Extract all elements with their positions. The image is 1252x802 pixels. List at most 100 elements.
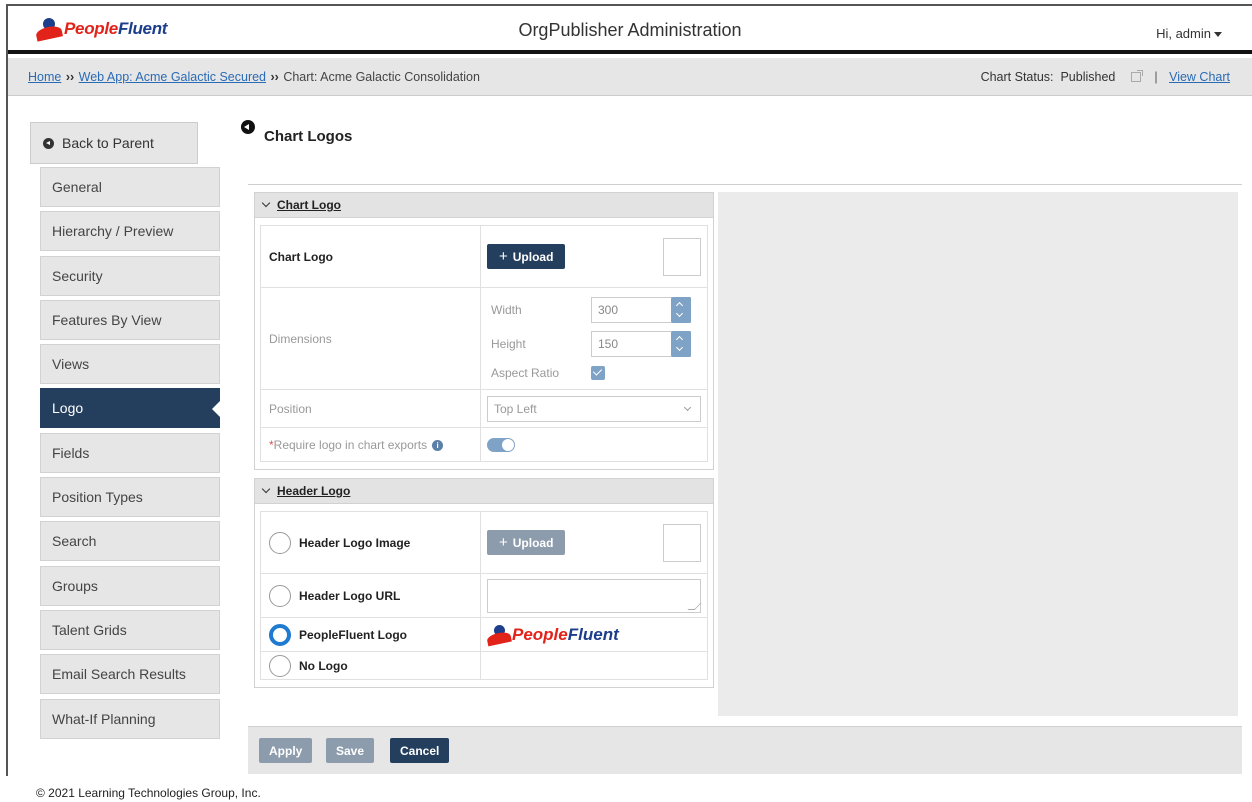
preview-panel (718, 192, 1238, 716)
chart-logo-section: Chart Logo + Upload Dimensions Width 300 … (254, 218, 714, 470)
header-logo-upload-button[interactable]: + Upload (487, 530, 566, 555)
dimensions-label: Dimensions (260, 287, 481, 390)
sidebar-item-label: Logo (52, 400, 84, 417)
peoplefluent-logo-label: PeopleFluent Logo (299, 627, 407, 642)
user-greeting: Hi, admin (1156, 26, 1211, 41)
back-to-parent-button[interactable]: Back to Parent (30, 122, 198, 164)
breadcrumb-chart-current: : Acme Galactic Consolidation (313, 70, 480, 84)
sidebar-item-views[interactable]: Views (40, 344, 220, 385)
header-logo-image-option[interactable]: Header Logo Image (260, 511, 481, 574)
sidebar-item-what-if-planning[interactable]: What-If Planning (40, 698, 220, 739)
chart-status: Chart Status: Published | View Chart (981, 70, 1230, 84)
header-logo-image-cell: + Upload (480, 511, 708, 574)
peoplefluent-logo-radio[interactable] (269, 623, 291, 646)
user-menu[interactable]: Hi, admin (1156, 26, 1222, 41)
require-logo-value-cell (480, 427, 708, 462)
height-value: 150 (598, 336, 619, 351)
breadcrumb: Home ›› Web App: Acme Galactic Secured ›… (28, 70, 480, 84)
back-to-parent-label: Back to Parent (62, 135, 154, 151)
dimensions-grid: Width 300 Height 150 Aspect Ratio (487, 289, 701, 389)
logo-settings-panel: Chart Logo Chart Logo + Upload Dimensions… (254, 192, 714, 688)
divider (248, 184, 1242, 185)
apply-button[interactable]: Apply (259, 738, 313, 763)
status-divider: | (1154, 70, 1158, 84)
sidebar-item-features-by-view[interactable]: Features By View (40, 299, 220, 340)
position-selected-value: Top Left (494, 401, 537, 416)
sidebar-item-label: Position Types (52, 489, 143, 506)
no-logo-cell (480, 651, 708, 680)
sidebar-item-search[interactable]: Search (40, 521, 220, 562)
height-stepper[interactable]: 150 (591, 330, 691, 357)
app-title: OrgPublisher Administration (518, 20, 742, 40)
breadcrumb-home-link[interactable]: Home (28, 70, 61, 84)
no-logo-option[interactable]: No Logo (260, 651, 481, 680)
header-logo-section-title: Header Logo (277, 484, 351, 498)
header-logo-url-option[interactable]: Header Logo URL (260, 573, 481, 618)
stepper-arrows-icon[interactable] (671, 296, 691, 323)
peoplefluent-wordmark: PeopleFluent (512, 624, 619, 644)
plus-icon: + (499, 534, 508, 551)
back-arrow-icon (43, 137, 54, 149)
position-label: Position (260, 389, 481, 428)
view-chart-link[interactable]: View Chart (1169, 70, 1230, 84)
width-stepper[interactable]: 300 (591, 296, 691, 323)
chart-logo-thumbnail (663, 237, 701, 276)
chart-logo-section-title: Chart Logo (277, 198, 341, 212)
sidebar-item-label: General (52, 179, 102, 195)
require-logo-toggle[interactable] (487, 437, 515, 452)
save-button[interactable]: Save (326, 738, 375, 763)
require-logo-label: *Require logo in chart exports i (260, 427, 481, 462)
sidebar-item-fields[interactable]: Fields (40, 432, 220, 473)
header-logo-section-header[interactable]: Header Logo (254, 478, 714, 504)
aspect-ratio-label: Aspect Ratio (491, 365, 560, 380)
sidebar-item-label: Groups (52, 577, 98, 594)
breadcrumb-webapp-link[interactable]: Web App: Acme Galactic Secured (79, 70, 266, 84)
chart-logo-value-cell: + Upload (480, 225, 708, 288)
header-logo-form: Header Logo Image + Upload Header Logo UR… (260, 511, 708, 680)
sidebar-item-position-types[interactable]: Position Types (40, 477, 220, 518)
info-icon[interactable]: i (432, 439, 444, 451)
dimensions-value-cell: Width 300 Height 150 Aspect Ratio (480, 287, 708, 390)
sidebar-item-general[interactable]: General (40, 167, 220, 207)
external-link-icon[interactable] (1130, 70, 1143, 82)
sidebar-item-security[interactable]: Security (40, 255, 220, 296)
position-value-cell: Top Left (480, 389, 708, 428)
aspect-ratio-checkbox[interactable] (591, 365, 605, 380)
chevron-down-icon (683, 403, 692, 411)
sidebar-item-label: Hierarchy / Preview (52, 223, 174, 240)
sidebar-item-groups[interactable]: Groups (40, 565, 220, 606)
sidebar-item-hierarchy-preview[interactable]: Hierarchy / Preview (40, 211, 220, 252)
caret-down-icon (1214, 32, 1222, 38)
cancel-button[interactable]: Cancel (390, 738, 450, 763)
sidebar-item-label: Talent Grids (52, 621, 127, 638)
header-logo-image-radio[interactable] (269, 531, 291, 554)
sidebar-item-logo[interactable]: Logo (40, 388, 220, 429)
no-logo-radio[interactable] (269, 654, 291, 677)
collapse-sidebar-icon[interactable] (241, 120, 255, 134)
chart-logo-label: Chart Logo (260, 225, 481, 288)
chart-logo-upload-button[interactable]: + Upload (487, 244, 566, 269)
sidebar-item-label: Search (52, 533, 97, 550)
header-logo-url-label: Header Logo URL (299, 588, 401, 603)
peoplefluent-logo-preview: PeopleFluent (486, 624, 701, 646)
upload-button-label: Upload (512, 535, 554, 550)
sidebar-item-talent-grids[interactable]: Talent Grids (40, 609, 220, 650)
sidebar-item-email-search-results[interactable]: Email Search Results (40, 654, 220, 695)
header-logo-url-radio[interactable] (269, 584, 291, 607)
stepper-arrows-icon[interactable] (671, 330, 691, 357)
copyright-footer: © 2021 Learning Technologies Group, Inc. (36, 786, 261, 800)
chart-logo-form: Chart Logo + Upload Dimensions Width 300 … (260, 225, 708, 462)
sidebar-nav: General Hierarchy / Preview Security Fea… (40, 167, 222, 743)
require-logo-text: Require logo in chart exports (273, 437, 428, 452)
height-label: Height (491, 336, 526, 351)
chart-status-value: Published (1060, 70, 1116, 84)
breadcrumb-separator: ›› (270, 70, 279, 84)
peoplefluent-logo-option[interactable]: PeopleFluent Logo (260, 617, 481, 652)
position-select[interactable]: Top Left (487, 395, 701, 422)
sidebar-item-label: Fields (52, 444, 90, 461)
chart-logo-section-header[interactable]: Chart Logo (254, 192, 714, 218)
header-logo-url-textarea[interactable] (487, 578, 701, 613)
breadcrumb-separator: ›› (65, 70, 75, 84)
header-logo-url-cell (480, 573, 708, 618)
sidebar-item-label: Email Search Results (52, 666, 186, 683)
